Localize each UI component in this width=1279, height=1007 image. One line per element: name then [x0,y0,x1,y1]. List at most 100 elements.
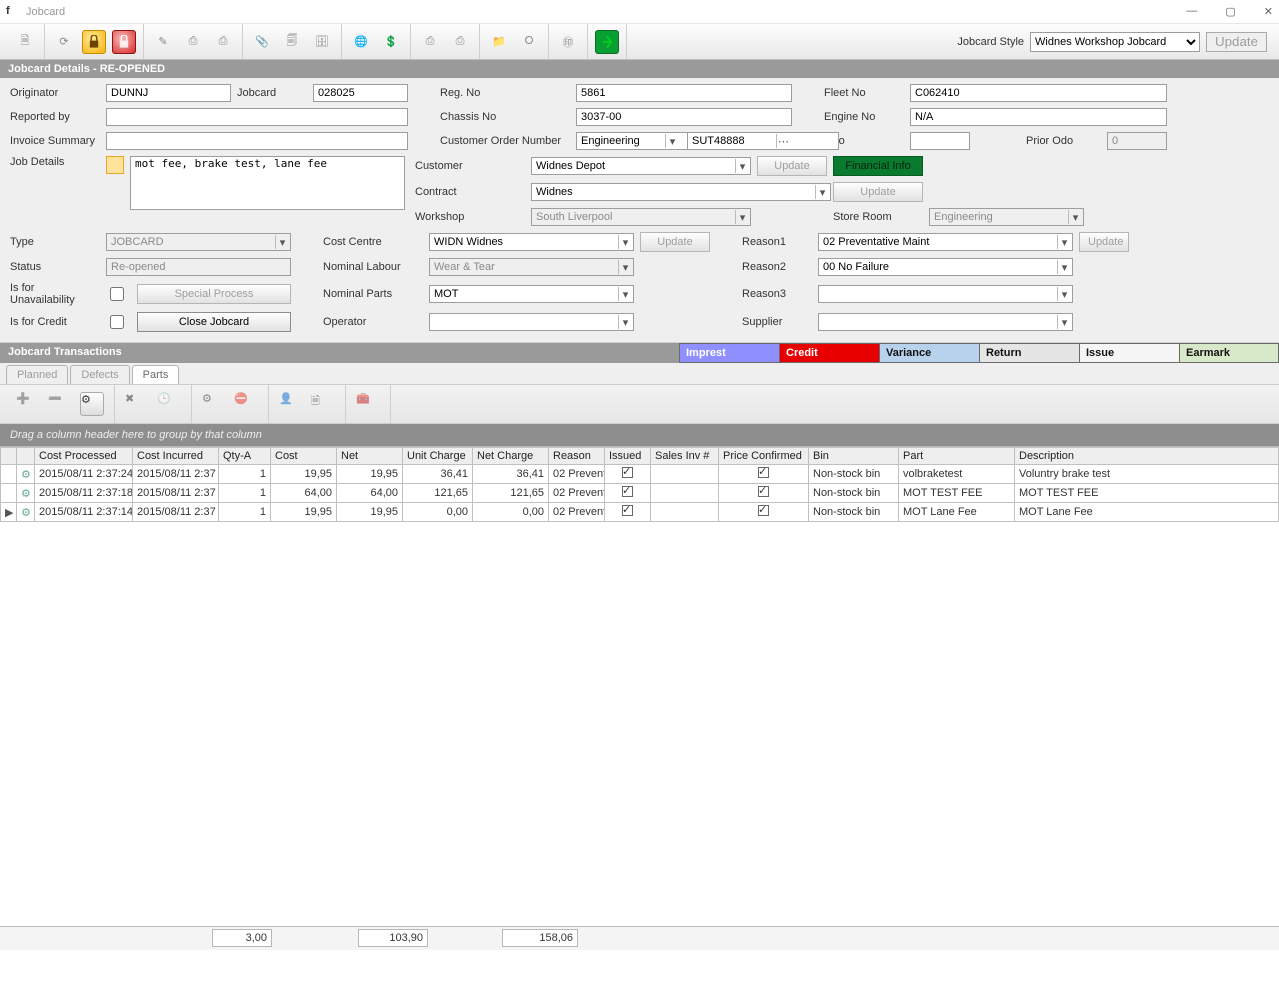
lock-icon[interactable] [82,30,106,54]
col-price-confirmed[interactable]: Price Confirmed [719,448,809,465]
tab-defects[interactable]: Defects [70,365,129,384]
col-unit-charge[interactable]: Unit Charge [403,448,473,465]
table-row[interactable]: ⚙2015/08/11 2:37:242015/08/11 2:37119,95… [1,465,1279,484]
col-description[interactable]: Description [1015,448,1279,465]
toolbar-update-button[interactable]: Update [1206,32,1267,52]
col-cost[interactable]: Cost [271,448,337,465]
ok-icon[interactable]: ⭘ [517,30,541,54]
add-part-icon[interactable]: ➕ [16,392,40,416]
engineno-field[interactable] [910,108,1167,126]
col-cost-processed[interactable]: Cost Processed [35,448,133,465]
col-net-charge[interactable]: Net Charge [473,448,549,465]
reportedby-field[interactable] [106,108,408,126]
customer-update-button[interactable]: Update [757,156,827,176]
nominalparts-select[interactable] [429,285,634,303]
custorder-no-field[interactable] [687,132,839,150]
tab-parts[interactable]: Parts [132,365,180,384]
col-cost-incurred[interactable]: Cost Incurred [133,448,219,465]
copy-icon[interactable]: 🗐 [280,30,304,54]
titlebar: f Jobcard — ▢ ✕ [0,0,1279,24]
label-jobcard: Jobcard [237,87,307,99]
operator-select[interactable] [429,313,634,331]
storeroom-select[interactable] [929,208,1084,226]
originator-field[interactable] [106,84,231,102]
workshop-select[interactable] [531,208,751,226]
costcentre-select[interactable] [429,233,634,251]
remove-part-icon[interactable]: ➖ [48,392,72,416]
odo-field[interactable] [910,132,970,150]
unavailability-checkbox[interactable] [110,287,124,301]
close-icon[interactable]: ✕ [1264,5,1273,18]
col-part[interactable]: Part [899,448,1015,465]
tool1-icon[interactable]: ⚙ [202,392,226,416]
fleetno-field[interactable] [910,84,1167,102]
reason3-select[interactable] [818,285,1073,303]
label-engineno: Engine No [824,111,904,123]
credit-checkbox[interactable] [110,315,124,329]
reason1-update-button[interactable]: Update [1079,232,1129,252]
reason1-select[interactable] [818,233,1073,251]
label-supplier: Supplier [742,316,812,328]
group-hint[interactable]: Drag a column header here to group by th… [0,424,1279,446]
financial-info-button[interactable]: Financial Info [833,156,923,176]
section-details-header: Jobcard Details - RE-OPENED [0,60,1279,78]
grid-header-row[interactable]: Cost Processed Cost Incurred Qty-A Cost … [1,448,1279,465]
cost-icon[interactable]: 💲 [379,30,403,54]
supplier-select[interactable] [818,313,1073,331]
jobcard-field[interactable] [313,84,408,102]
footer-net-charge: 158,06 [502,929,578,947]
folder-icon[interactable]: 📁 [487,30,511,54]
user-icon[interactable]: 👤 [279,392,303,416]
col-net[interactable]: Net [337,448,403,465]
exit-icon[interactable] [595,30,619,54]
customer-select[interactable] [531,157,751,175]
minimize-icon[interactable]: — [1186,5,1197,18]
table-row[interactable]: ▶⚙2015/08/11 2:37:142015/08/11 2:37119,9… [1,503,1279,522]
col-sales-inv[interactable]: Sales Inv # [651,448,719,465]
gear-icon[interactable]: ⚙ [80,392,104,416]
export-icon[interactable]: 🗄 [310,30,334,54]
edit-icon[interactable]: ✎ [151,30,175,54]
stamp-icon[interactable]: ㊞ [556,30,580,54]
print2-icon[interactable]: ⎙ [211,30,235,54]
refresh-icon[interactable]: ⟳ [52,30,76,54]
unlock-icon[interactable] [112,30,136,54]
tool2-icon[interactable]: ⛔ [234,392,258,416]
col-qty[interactable]: Qty-A [219,448,271,465]
label-contract: Contract [415,186,525,198]
pencil-icon[interactable] [106,156,124,174]
regno-field[interactable] [576,84,792,102]
legend-issue: Issue [1079,343,1179,363]
printer-icon[interactable]: ⎙ [418,30,442,54]
jobcard-style-select[interactable]: Widnes Workshop Jobcard [1030,32,1200,52]
jobdetails-field[interactable]: mot fee, brake test, lane fee [130,156,405,210]
attach-icon[interactable]: 📎 [250,30,274,54]
reason2-select[interactable] [818,258,1073,276]
maximize-icon[interactable]: ▢ [1225,5,1235,18]
print-icon[interactable]: ⎙ [181,30,205,54]
label-reason3: Reason3 [742,288,812,300]
doc-icon[interactable]: 🗎 [311,392,335,416]
clock-icon[interactable]: 🕒 [157,392,181,416]
label-unavailability: Is for Unavailability [10,282,100,306]
trx-tabs: Planned Defects Parts [0,363,1279,384]
printer2-icon[interactable]: ⎙ [448,30,472,54]
new-icon[interactable]: 🗎 [13,30,37,54]
chassisno-field[interactable] [576,108,792,126]
close-jobcard-button[interactable]: Close Jobcard [137,312,291,332]
col-bin[interactable]: Bin [809,448,899,465]
col-issued[interactable]: Issued [605,448,651,465]
invoicesummary-field[interactable] [106,132,408,150]
parts-grid[interactable]: Cost Processed Cost Incurred Qty-A Cost … [0,446,1279,522]
contract-select[interactable] [531,183,831,201]
contract-update-button[interactable]: Update [833,182,923,202]
legend-earmark: Earmark [1179,343,1279,363]
tab-planned[interactable]: Planned [6,365,68,384]
col-reason[interactable]: Reason [549,448,605,465]
table-row[interactable]: ⚙2015/08/11 2:37:182015/08/11 2:37164,00… [1,484,1279,503]
special-process-button[interactable]: Special Process [137,284,291,304]
costcentre-update-button[interactable]: Update [640,232,710,252]
globe-icon[interactable]: 🌐 [349,30,373,54]
misc-icon[interactable]: 🧰 [356,392,380,416]
cancel-icon[interactable]: ✖ [125,392,149,416]
